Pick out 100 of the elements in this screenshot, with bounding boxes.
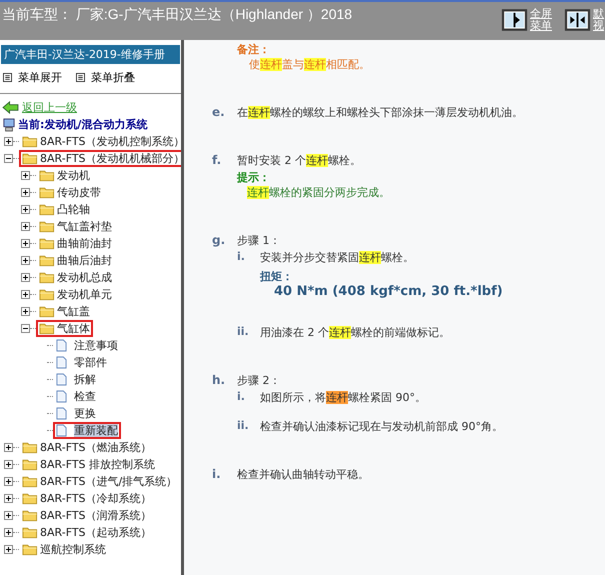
expand-icon[interactable] (21, 256, 30, 265)
tree-item[interactable]: 注意事项 (53, 337, 121, 354)
folder-icon (22, 543, 38, 556)
hint-text: 连杆螺栓的紧固分两步完成。 (246, 185, 391, 200)
tree-item[interactable]: 8AR-FTS（进气/排气系统） (19, 473, 180, 490)
tree-item[interactable]: 凸轮轴 (36, 201, 93, 218)
tree-item[interactable]: 发动机总成 (36, 269, 115, 286)
tree-item[interactable]: 发动机 (36, 167, 93, 184)
expand-icon[interactable] (21, 307, 30, 316)
page-icon (56, 424, 67, 437)
expand-icon[interactable] (21, 290, 30, 299)
step-marker: i. (212, 467, 222, 482)
folder-icon (39, 271, 55, 284)
expand-icon[interactable] (21, 171, 30, 180)
computer-icon (3, 118, 15, 132)
folder-icon (22, 152, 38, 165)
tree-item[interactable]: 8AR-FTS（润滑系统） (19, 507, 155, 524)
step-marker: e. (212, 105, 226, 120)
hint-label: 提示： (237, 170, 271, 185)
substep-text: 安装并分步交替紧固连杆螺栓。 (260, 250, 414, 265)
expand-icon[interactable] (4, 528, 13, 537)
folder-icon (39, 169, 55, 182)
folder-icon (22, 458, 38, 471)
folder-icon (39, 322, 55, 335)
substep-marker: ii. (237, 419, 250, 434)
expand-icon[interactable] (21, 188, 30, 197)
vehicle-title: 当前车型： 厂家:G-广汽丰田汉兰达（Highlander ）2018 (2, 6, 352, 24)
folder-icon (22, 492, 38, 505)
substep-marker: i. (237, 390, 246, 405)
split-view-icon[interactable] (564, 8, 591, 32)
manual-title: 广汽丰田-汉兰达-2019-维修手册 (1, 45, 180, 64)
expand-icon[interactable] (21, 222, 30, 231)
tree-item[interactable]: 气缸盖衬垫 (36, 218, 115, 235)
expand-icon[interactable] (21, 205, 30, 214)
folder-icon (22, 526, 38, 539)
tree-item[interactable]: 巡航控制系统 (19, 541, 109, 558)
back-arrow-icon (2, 101, 19, 114)
page-icon (56, 390, 67, 403)
menu-link[interactable]: 菜单折叠 (76, 70, 135, 85)
page-icon (56, 407, 67, 420)
tree-item[interactable]: 重新装配 (53, 422, 121, 439)
expand-icon[interactable] (4, 443, 13, 452)
step-marker: f. (212, 153, 222, 168)
tree-item[interactable]: 曲轴后油封 (36, 252, 115, 269)
tree-item[interactable]: 零部件 (53, 354, 110, 371)
folder-icon (39, 288, 55, 301)
step-marker: g. (212, 233, 226, 248)
expand-icon[interactable] (4, 477, 13, 486)
substep-text: 用油漆在 2 个连杆螺栓的前端做标记。 (260, 325, 450, 340)
step-text: 步骤 1： (237, 233, 280, 248)
expand-icon[interactable] (4, 137, 13, 146)
tree-item[interactable]: 拆解 (53, 371, 99, 388)
substep-marker: i. (237, 250, 246, 265)
folder-icon (22, 509, 38, 522)
expand-icon[interactable] (4, 494, 13, 503)
tree-item[interactable]: 8AR-FTS（发动机机械部分） (19, 150, 181, 167)
list-icon (3, 73, 12, 82)
folder-icon (39, 305, 55, 318)
current-section: 当前:发动机/混合动力系统 (18, 117, 148, 132)
step-marker: h. (212, 373, 226, 388)
tree-item[interactable]: 发动机单元 (36, 286, 115, 303)
tree-item[interactable]: 检查 (53, 388, 99, 405)
tree-item[interactable]: 更换 (53, 405, 99, 422)
tree-item[interactable]: 气缸体 (36, 320, 93, 337)
menu-link[interactable]: 菜单展开 (3, 70, 62, 85)
tree-item[interactable]: 8AR-FTS（发动机控制系统） (19, 133, 181, 150)
substep-text: 检查并确认油漆标记现在与发动机前部成 90°角。 (260, 419, 503, 434)
expand-icon[interactable] (4, 545, 13, 554)
folder-icon (39, 237, 55, 250)
collapse-icon[interactable] (4, 154, 13, 163)
folder-icon (39, 254, 55, 267)
step-text: 步骤 2： (237, 373, 280, 388)
page-icon (56, 339, 67, 352)
torque-label: 扭矩： (260, 269, 294, 284)
substep-text: 如图所示，将连杆螺栓紧固 90°。 (260, 390, 426, 405)
folder-icon (39, 186, 55, 199)
expand-icon[interactable] (4, 460, 13, 469)
tree-item[interactable]: 传动皮带 (36, 184, 104, 201)
tree-item[interactable]: 8AR-FTS（冷却系统） (19, 490, 155, 507)
folder-icon (22, 475, 38, 488)
note-text: 使连杆盖与连杆相匹配。 (248, 57, 371, 72)
page-icon (56, 373, 67, 386)
step-text: 在连杆螺栓的螺纹上和螺栓头下部涂抹一薄层发动机机油。 (237, 105, 523, 120)
expand-icon[interactable] (501, 8, 528, 32)
note-label: 备注： (237, 42, 271, 57)
back-link[interactable]: 返回上一级 (0, 100, 77, 115)
folder-icon (22, 135, 38, 148)
tree-item[interactable]: 8AR-FTS（起动系统） (19, 524, 155, 541)
substep-marker: ii. (237, 325, 250, 340)
page-icon (56, 356, 67, 369)
tree-item[interactable]: 8AR-FTS（燃油系统） (19, 439, 155, 456)
folder-icon (39, 203, 55, 216)
step-text: 检查并确认曲轴转动平稳。 (237, 467, 369, 482)
expand-icon[interactable] (21, 273, 30, 282)
tree-item[interactable]: 8AR-FTS 排放控制系统 (19, 456, 158, 473)
collapse-icon[interactable] (21, 324, 30, 333)
tree-item[interactable]: 气缸盖 (36, 303, 93, 320)
expand-icon[interactable] (4, 511, 13, 520)
expand-icon[interactable] (21, 239, 30, 248)
tree-item[interactable]: 曲轴前油封 (36, 235, 115, 252)
